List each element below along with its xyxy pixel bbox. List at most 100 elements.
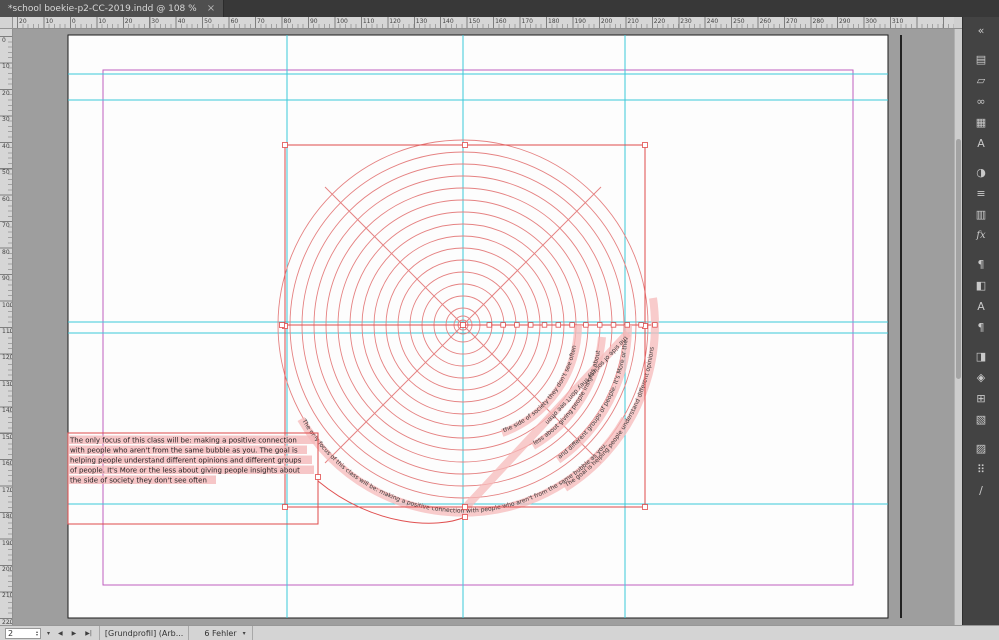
preflight-status[interactable]: 6 Fehler	[194, 629, 236, 638]
ruler-h-number: 20	[124, 18, 133, 25]
next-page-button[interactable]: ▶	[70, 630, 79, 637]
document-title: *school boekie-p2-CC-2019.indd @ 108 %	[8, 3, 197, 14]
table-styles-icon[interactable]: ▨	[963, 438, 999, 459]
ruler-v-number: 150	[2, 433, 13, 441]
ruler-h-number: 90	[309, 18, 318, 25]
ruler-h-number: 270	[786, 18, 798, 25]
ruler-h-number: 60	[230, 18, 239, 25]
paragraph-line: the side of society they don't see often	[70, 477, 207, 485]
page-spinner[interactable]: ▴ ▾	[35, 630, 38, 637]
ruler-h-number: 230	[680, 18, 692, 25]
page-number-field[interactable]: 2 ▴ ▾	[5, 627, 41, 639]
ruler-h-number: 260	[759, 18, 772, 25]
text-wrap-icon[interactable]: ◧	[963, 275, 999, 296]
page-number-value: 2	[8, 628, 14, 638]
pages-icon[interactable]: ▤	[963, 49, 999, 70]
ruler-h-number: 280	[812, 18, 824, 25]
paragraph-line: The only focus of this class will be: ma…	[69, 437, 297, 445]
path-start-handle[interactable]	[462, 514, 468, 520]
document-tab[interactable]: *school boekie-p2-CC-2019.indd @ 108 % ×	[0, 0, 225, 17]
collapse-panels-icon[interactable]: «	[963, 20, 999, 41]
vertical-ruler[interactable]: 0 10 20 30 40 50 60 70 80 90 100 110 120 130 140 150 160…	[0, 29, 13, 625]
cell-styles-icon[interactable]: ▧	[963, 409, 999, 430]
text-frame-outport-handle[interactable]	[315, 474, 321, 480]
paragraph-line: of people. It's More or the less about g…	[70, 467, 300, 475]
ruler-h-number: 0	[71, 18, 76, 25]
ruler-h-number: 10	[98, 18, 106, 25]
paragraph-line: with people who aren't from the same bub…	[70, 447, 298, 455]
ruler-h-number: 150	[468, 18, 481, 25]
vertical-scrollbar-thumb[interactable]	[956, 139, 961, 379]
ruler-v-number: 220	[2, 618, 13, 625]
ruler-v-number: 160	[2, 460, 13, 468]
ruler-h-number: 200	[600, 18, 613, 25]
paragraph-icon[interactable]: ¶	[963, 254, 999, 275]
pathfinder-icon[interactable]: ◈	[963, 367, 999, 388]
ruler-h-number: 70	[257, 18, 265, 25]
align-icon[interactable]: ⠿	[963, 459, 999, 480]
preflight-error-icon	[194, 630, 201, 637]
previous-page-button[interactable]: ◀	[56, 630, 65, 637]
pasteboard[interactable]: The only focus of this class will be: ma…	[13, 29, 954, 625]
close-icon[interactable]: ×	[207, 3, 215, 14]
ruler-h-number: 210	[627, 18, 639, 25]
ruler-h-number: 120	[389, 18, 401, 25]
ruler-h-number: 10	[45, 18, 54, 25]
ruler-v-number: 90	[2, 275, 10, 283]
horizontal-ruler[interactable]: 20 10 0 10 20 30 40 50 60 70 80 90 100 110 120 130 140 15…	[13, 17, 954, 29]
ruler-h-number: 50	[204, 18, 212, 25]
ruler-h-number: 140	[442, 18, 454, 25]
ruler-h-number: 110	[362, 18, 375, 25]
ruler-h-number: 250	[733, 18, 745, 25]
ruler-h-number: 190	[574, 18, 586, 25]
character-styles-icon[interactable]: A	[963, 296, 999, 317]
paragraph-line: helping people understand different opin…	[70, 457, 302, 465]
stroke-icon[interactable]: ≡	[963, 183, 999, 204]
table-icon[interactable]: ⊞	[963, 388, 999, 409]
spinner-down-icon: ▾	[35, 632, 38, 637]
ruler-v-number: 60	[2, 195, 10, 203]
ruler-v-number: 140	[2, 407, 13, 415]
status-divider	[188, 626, 190, 640]
ruler-h-number: 310	[891, 18, 904, 25]
last-page-button[interactable]: ▶|	[83, 630, 94, 637]
ruler-v-number: 70	[2, 222, 10, 230]
page[interactable]	[67, 34, 889, 619]
color-icon[interactable]: ◑	[963, 162, 999, 183]
ruler-h-number: 30	[151, 18, 159, 25]
ruler-v-number: 130	[2, 380, 13, 388]
ruler-v-number: 110	[2, 327, 13, 335]
ruler-v-number: 180	[2, 513, 13, 521]
status-divider	[98, 626, 100, 640]
vertical-scrollbar[interactable]	[954, 29, 962, 625]
page-dropdown-icon[interactable]: ▾	[46, 630, 51, 637]
ruler-v-number: 40	[2, 142, 10, 150]
links-icon[interactable]: ∞	[963, 91, 999, 112]
ruler-origin-corner[interactable]	[0, 17, 13, 29]
glyphs-icon[interactable]: A	[963, 133, 999, 154]
paragraph-styles-icon[interactable]: ¶	[963, 317, 999, 338]
canvas-area[interactable]: The only focus of this class will be: ma…	[13, 29, 954, 625]
swatches-icon[interactable]: ▦	[963, 112, 999, 133]
ruler-v-number: 10	[2, 63, 10, 71]
ruler-v-number: 20	[2, 89, 10, 97]
preflight-profile-dropdown[interactable]: [Grundprofil] (Arb...	[105, 629, 183, 638]
ruler-h-number: 180	[548, 18, 560, 25]
workspace: 20 10 0 10 20 30 40 50 60 70 80 90 100 110 120 130 140 15…	[0, 17, 962, 625]
status-divider	[251, 626, 253, 640]
center-point-handle[interactable]	[460, 322, 466, 328]
object-styles-icon[interactable]: ◨	[963, 346, 999, 367]
line-end-handle[interactable]	[279, 322, 285, 328]
ruler-h-number: 220	[653, 18, 666, 25]
layers-icon[interactable]: ▱	[963, 70, 999, 91]
pen-icon[interactable]: ∕	[963, 480, 999, 501]
ruler-h-number: 290	[838, 18, 851, 25]
preflight-dropdown-icon[interactable]: ▾	[242, 630, 247, 637]
ruler-v-number: 30	[2, 116, 10, 124]
gradient-icon[interactable]: ▥	[963, 204, 999, 225]
effects-icon[interactable]: fx	[963, 225, 999, 246]
ruler-h-number: 100	[336, 18, 348, 25]
ruler-h-number: 170	[521, 18, 533, 25]
ruler-v-number: 170	[2, 486, 13, 494]
ruler-h-number: 130	[415, 18, 428, 25]
